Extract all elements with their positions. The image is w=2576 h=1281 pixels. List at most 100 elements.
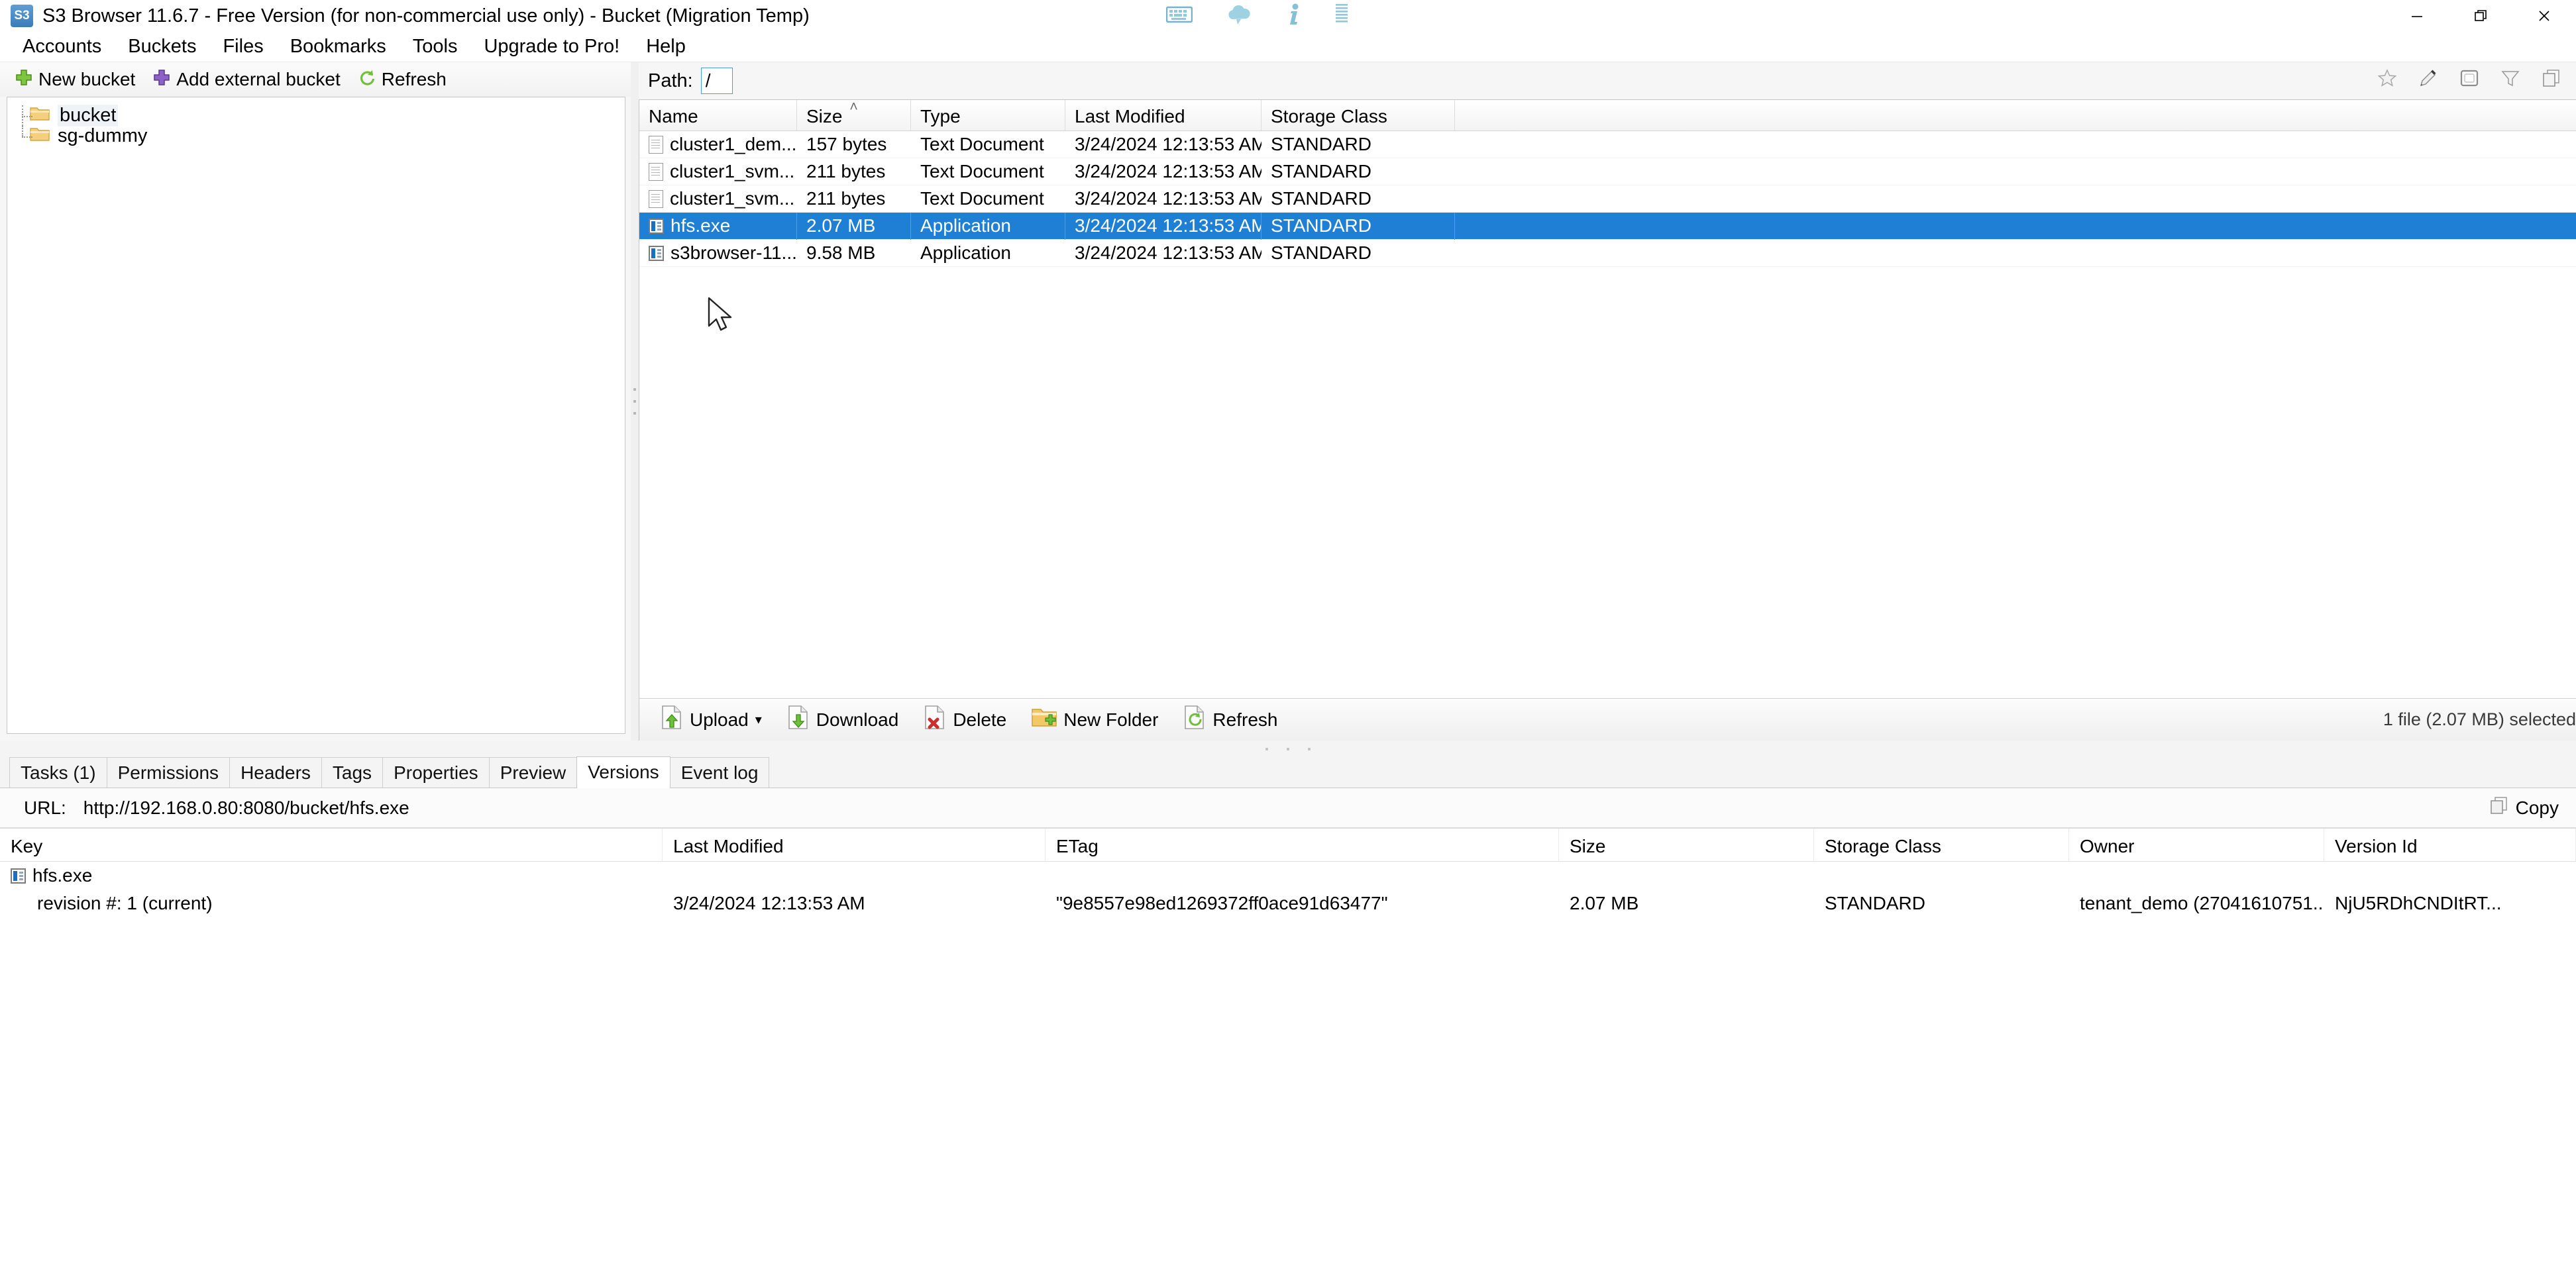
tab-permissions[interactable]: Permissions (106, 757, 231, 788)
cell-version-id: NjU5RDhCNDItRT... (2335, 893, 2502, 913)
cell-size: 211 bytes (806, 188, 886, 209)
column-header-owner[interactable]: Owner (2069, 829, 2324, 861)
minimize-button[interactable] (2385, 0, 2449, 32)
delete-button[interactable]: Delete (914, 701, 1016, 739)
new-folder-button[interactable]: New Folder (1022, 703, 1167, 737)
refresh-files-button[interactable]: Refresh (1174, 701, 1287, 739)
funnel-icon[interactable] (2500, 68, 2520, 93)
main-area: New bucket Add external bucket Refresh b… (0, 62, 2576, 741)
table-row-selected[interactable]: hfs.exe 2.07 MB Application 3/24/2024 12… (639, 212, 2576, 240)
new-bucket-label: New bucket (38, 69, 136, 89)
tab-tasks[interactable]: Tasks (1) (9, 757, 107, 788)
restore-button[interactable] (2449, 0, 2512, 32)
file-actions-toolbar: Upload ▾ Download Delete New Folder Refr… (639, 698, 2576, 741)
column-header-last-modified[interactable]: Last Modified (663, 829, 1046, 861)
table-row[interactable]: cluster1_dem... 157 bytes Text Document … (639, 131, 2576, 158)
title-bar: S3 S3 Browser 11.6.7 - Free Version (for… (0, 0, 2576, 32)
path-input[interactable] (700, 68, 733, 94)
copy-url-button[interactable]: Copy (2480, 792, 2568, 823)
cell-size: 9.58 MB (806, 242, 876, 263)
menu-item-upgrade-to-pro[interactable]: Upgrade to Pro! (470, 32, 633, 62)
tree-item-sg-dummy[interactable]: sg-dummy (7, 125, 625, 146)
column-header-etag[interactable]: ETag (1046, 829, 1559, 861)
cell-storage-class: STANDARD (1271, 161, 1371, 181)
vertical-splitter[interactable] (631, 62, 639, 741)
close-button[interactable] (2512, 0, 2576, 32)
url-bar: URL: http://192.168.0.80:8080/bucket/hfs… (0, 788, 2576, 828)
table-row[interactable]: s3browser-11... 9.58 MB Application 3/24… (639, 240, 2576, 267)
column-header-name[interactable]: Name (639, 100, 797, 130)
bucket-tree[interactable]: bucket sg-dummy (7, 97, 625, 734)
menu-item-files[interactable]: Files (209, 32, 276, 62)
tree-elbow (22, 115, 32, 117)
tab-properties[interactable]: Properties (382, 757, 490, 788)
folder-icon (30, 105, 50, 127)
versions-table[interactable]: Key Last Modified ETag Size Storage Clas… (0, 828, 2576, 1281)
refresh-buckets-label: Refresh (381, 69, 447, 89)
column-header-last-modified[interactable]: Last Modified (1065, 100, 1261, 130)
cell-size: 2.07 MB (1570, 893, 1639, 913)
download-button[interactable]: Download (778, 701, 908, 739)
chevron-down-icon[interactable]: ▾ (755, 711, 762, 728)
application-icon (649, 218, 664, 234)
horizontal-splitter[interactable] (0, 741, 2576, 758)
bars-icon (1334, 3, 1349, 32)
cell-storage-class: STANDARD (1271, 134, 1371, 154)
column-header-version-id[interactable]: Version Id (2324, 829, 2576, 861)
menu-item-accounts[interactable]: Accounts (9, 32, 115, 62)
cell-last-modified: 3/24/2024 12:13:53 AM (1065, 212, 1261, 240)
tab-tags[interactable]: Tags (321, 757, 384, 788)
tree-item-bucket[interactable]: bucket (7, 105, 625, 127)
column-header-size[interactable]: ˄ Size (797, 100, 911, 130)
cell-type: Application (911, 212, 1065, 240)
selection-status: 1 file (2.07 MB) selected (2383, 709, 2576, 729)
cell-last-modified: 3/24/2024 12:13:53 AM (1075, 188, 1261, 209)
bucket-pane: New bucket Add external bucket Refresh b… (0, 62, 631, 741)
column-header-size[interactable]: Size (1559, 829, 1814, 861)
refresh-files-label: Refresh (1212, 709, 1278, 730)
refresh-buckets-button[interactable]: Refresh (351, 66, 453, 94)
cell-storage-class (1814, 862, 2069, 890)
url-value[interactable]: http://192.168.0.80:8080/bucket/hfs.exe (83, 797, 2463, 819)
file-list[interactable]: Name ˄ Size Type Last Modified Storage C… (639, 99, 2576, 698)
delete-label: Delete (953, 709, 1007, 730)
column-header-storage-class[interactable]: Storage Class (1814, 829, 2069, 861)
cell-size: 211 bytes (806, 161, 886, 181)
cell-name: hfs.exe (639, 212, 797, 240)
refresh-icon (358, 68, 376, 91)
table-row[interactable]: cluster1_svm... 211 bytes Text Document … (639, 185, 2576, 213)
cell-owner (2069, 862, 2324, 890)
menu-item-help[interactable]: Help (633, 32, 699, 62)
copy-pages-icon[interactable] (2542, 68, 2561, 93)
add-external-bucket-button[interactable]: Add external bucket (146, 66, 347, 94)
square-icon[interactable] (2459, 68, 2479, 93)
versions-group-row[interactable]: hfs.exe (0, 862, 2576, 890)
versions-table-header: Key Last Modified ETag Size Storage Clas… (0, 829, 2576, 862)
versions-revision-row[interactable]: revision #: 1 (current) 3/24/2024 12:13:… (0, 890, 2576, 917)
tab-preview[interactable]: Preview (488, 757, 578, 788)
upload-button[interactable]: Upload ▾ (651, 701, 771, 739)
download-icon (787, 705, 810, 735)
new-bucket-button[interactable]: New bucket (8, 66, 142, 94)
cell-name: cluster1_dem... (639, 131, 797, 158)
tab-headers[interactable]: Headers (229, 757, 322, 788)
column-header-type[interactable]: Type (911, 100, 1065, 130)
new-folder-label: New Folder (1063, 709, 1159, 730)
menu-item-buckets[interactable]: Buckets (115, 32, 209, 62)
cell-last-modified: 3/24/2024 12:13:53 AM (1075, 134, 1261, 154)
cell-size (1559, 862, 1814, 890)
copy-label: Copy (2515, 797, 2559, 818)
splitter-dot (1287, 748, 1289, 750)
menu-bar: Accounts Buckets Files Bookmarks Tools U… (0, 32, 2576, 62)
menu-item-bookmarks[interactable]: Bookmarks (277, 32, 400, 62)
tab-event-log[interactable]: Event log (669, 757, 770, 788)
table-row[interactable]: cluster1_svm... 211 bytes Text Document … (639, 158, 2576, 185)
star-icon[interactable] (2377, 68, 2397, 93)
tree-item-label: sg-dummy (58, 125, 148, 146)
pencil-icon[interactable] (2418, 68, 2438, 93)
new-folder-icon (1032, 707, 1057, 733)
column-header-storage-class[interactable]: Storage Class (1261, 100, 1455, 130)
tab-versions[interactable]: Versions (576, 756, 671, 788)
menu-item-tools[interactable]: Tools (400, 32, 471, 62)
column-header-key[interactable]: Key (0, 829, 663, 861)
